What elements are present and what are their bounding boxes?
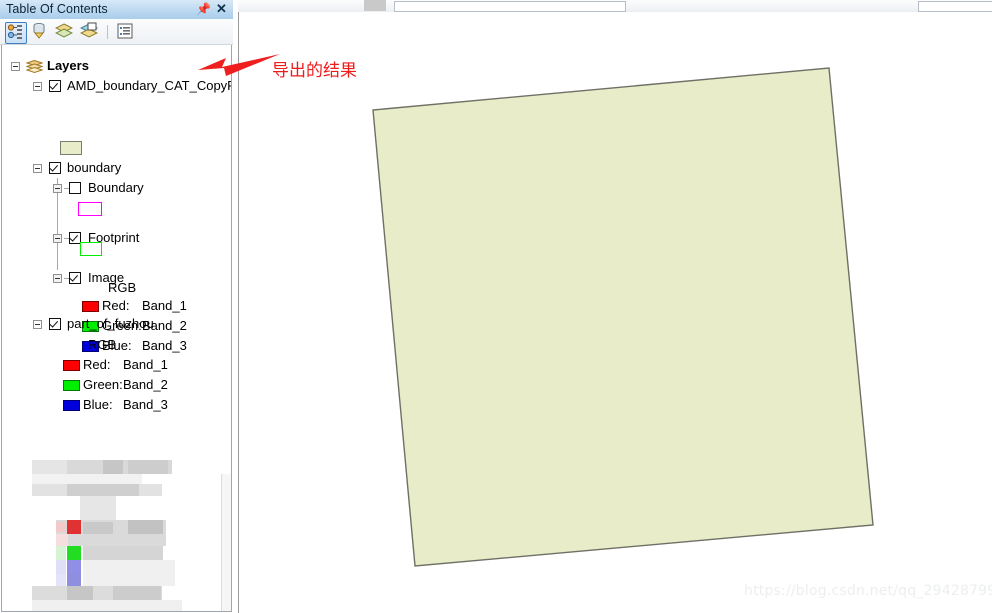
band-name-blue-image: Band_3 (142, 338, 187, 353)
band-name-red-fuzhou: Band_1 (123, 357, 168, 372)
blurred-layer-region (3, 460, 231, 611)
exported-polygon[interactable] (372, 67, 874, 567)
toolbar-separator (107, 25, 108, 39)
tree-label-boundary-group: boundary (67, 160, 122, 175)
toolbar-scale-field[interactable] (918, 1, 992, 12)
renderer-label-image: RGB (108, 280, 137, 295)
renderer-label-part-of-fuzhou: RGB (88, 337, 117, 352)
band-swatch-red-fuzhou[interactable] (63, 360, 80, 371)
tree-label-boundary: Boundary (88, 180, 144, 195)
expander-image[interactable] (53, 274, 62, 283)
annotation-text: 导出的结果 (272, 61, 357, 81)
band-name-red-image: Band_1 (142, 298, 187, 313)
band-channel-green-fuzhou: Green: (83, 377, 123, 392)
expander-layers[interactable] (11, 62, 20, 71)
panel-titlebar: Table Of Contents 📌 ✕ (0, 0, 233, 20)
visibility-checkbox-part-of-fuzhou[interactable] (49, 318, 61, 330)
symbol-swatch-amd-boundary[interactable] (60, 141, 82, 155)
tree-label-layers: Layers (47, 58, 89, 73)
layer-tree[interactable]: Layers AMD_boundary_CAT_CopyFe boundary … (1, 45, 232, 612)
layers-icon (25, 59, 44, 74)
pin-icon[interactable]: 📌 (196, 1, 211, 17)
map-canvas[interactable] (238, 12, 992, 613)
panel-title: Table Of Contents (6, 2, 108, 16)
expander-part-of-fuzhou[interactable] (33, 320, 42, 329)
red-arrow-icon (198, 54, 280, 76)
list-by-source-icon[interactable] (30, 22, 50, 42)
band-name-green-fuzhou: Band_2 (123, 377, 168, 392)
expander-boundary[interactable] (53, 184, 62, 193)
list-by-selection-icon[interactable] (79, 22, 100, 42)
watermark: https://blog.csdn.net/qq_29428799 (744, 583, 992, 599)
band-swatch-green-fuzhou[interactable] (63, 380, 80, 391)
band-swatch-red-image[interactable] (82, 301, 99, 312)
list-by-visibility-icon[interactable] (54, 22, 75, 42)
toc-options-icon[interactable] (116, 22, 136, 42)
toolbar-button[interactable] (364, 0, 386, 11)
expander-amd-boundary[interactable] (33, 82, 42, 91)
toolbar-text-field[interactable] (394, 1, 626, 12)
toc-toolbar (0, 19, 233, 45)
band-channel-red-fuzhou: Red: (83, 357, 111, 372)
map-graphics (372, 67, 874, 567)
expander-boundary-group[interactable] (33, 164, 42, 173)
symbol-swatch-footprint[interactable] (80, 242, 102, 256)
tree-label-part-of-fuzhou: part_of_fuzhou (67, 316, 154, 331)
band-swatch-blue-fuzhou[interactable] (63, 400, 80, 411)
band-name-blue-fuzhou: Band_3 (123, 397, 168, 412)
band-channel-blue-fuzhou: Blue: (83, 397, 113, 412)
band-channel-red-image: Red: (102, 298, 130, 313)
table-of-contents-panel: Table Of Contents 📌 ✕ Layers AMD_boundar… (0, 0, 233, 613)
expander-footprint[interactable] (53, 234, 62, 243)
visibility-checkbox-boundary[interactable] (69, 182, 81, 194)
list-by-drawing-order-icon[interactable] (5, 22, 27, 44)
visibility-checkbox-boundary-group[interactable] (49, 162, 61, 174)
visibility-checkbox-amd-boundary[interactable] (49, 80, 61, 92)
visibility-checkbox-image[interactable] (69, 272, 81, 284)
symbol-swatch-boundary[interactable] (78, 202, 102, 216)
close-icon[interactable]: ✕ (214, 1, 229, 17)
